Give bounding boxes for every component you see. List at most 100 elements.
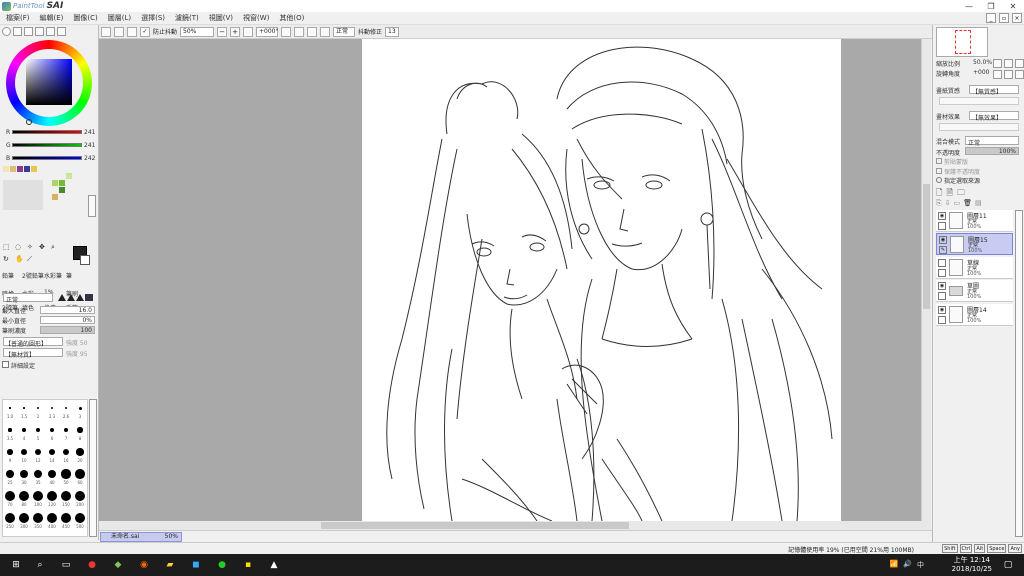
- select-source-checkbox[interactable]: [936, 177, 942, 183]
- angle-field[interactable]: +000°: [256, 26, 279, 37]
- taskbar-clock[interactable]: 上午 12:14 2018/10/25: [952, 556, 992, 574]
- scratchpad-mode-icon[interactable]: [57, 27, 66, 36]
- eye-icon[interactable]: ◉: [938, 282, 946, 290]
- brush-size-dot[interactable]: [64, 406, 68, 410]
- brush-size-dot[interactable]: [63, 427, 69, 433]
- swatch-grid[interactable]: [3, 166, 85, 216]
- effect-strength-slider[interactable]: [939, 123, 1019, 131]
- layer-select-checkbox[interactable]: ✎: [939, 246, 947, 254]
- brush-size-dot[interactable]: [33, 491, 43, 501]
- firefox-icon[interactable]: ◉: [136, 557, 152, 573]
- eye-icon[interactable]: ◉: [939, 236, 947, 244]
- layer-select-checkbox[interactable]: [938, 222, 946, 230]
- brush-size-dot[interactable]: [76, 448, 84, 456]
- marquee-tool-icon[interactable]: ⬚: [3, 243, 12, 252]
- merge-down-icon[interactable]: ⇩: [945, 199, 951, 208]
- document-tab[interactable]: 未命名.sai 50%: [100, 532, 182, 542]
- delete-layer-icon[interactable]: 🗑: [963, 199, 972, 208]
- layer-item-selected[interactable]: ◉ ✎ 圖層15 正常 100%: [936, 233, 1013, 255]
- layer-item[interactable]: ◉ 圖層14 正常 100%: [936, 304, 1013, 326]
- brush-size-dot[interactable]: [21, 449, 27, 455]
- tool-pencil[interactable]: 鉛筆: [2, 271, 14, 280]
- brush-size-dot[interactable]: [78, 406, 82, 410]
- deselect-button[interactable]: [114, 26, 124, 37]
- brush-size-dot[interactable]: [9, 407, 11, 409]
- copy-layer-icon[interactable]: ⎘: [936, 199, 942, 208]
- nav-zoom-in-button[interactable]: [1004, 59, 1013, 68]
- density-slider[interactable]: 100: [40, 326, 95, 334]
- search-icon[interactable]: ⌕: [32, 557, 48, 573]
- invert-selection-button[interactable]: [127, 26, 137, 37]
- file-explorer-icon[interactable]: ▰: [162, 557, 178, 573]
- hsv-mode-icon[interactable]: [24, 27, 33, 36]
- mixer-mode-icon[interactable]: [46, 27, 55, 36]
- tip-hard-icon[interactable]: [58, 294, 66, 301]
- menu-file[interactable]: 檔案(F): [6, 13, 30, 23]
- nav-rotate-right-button[interactable]: [1004, 70, 1013, 79]
- color-wheel-mode-icon[interactable]: [2, 27, 11, 36]
- brush-size-dot[interactable]: [34, 448, 42, 456]
- brush-size-dot[interactable]: [33, 513, 43, 523]
- menu-other[interactable]: 其他(O): [279, 13, 304, 23]
- brush-size-dot[interactable]: [37, 407, 39, 409]
- clip-checkbox[interactable]: [936, 158, 942, 164]
- menu-filter[interactable]: 濾鏡(T): [175, 13, 199, 23]
- brush-size-dot[interactable]: [19, 513, 29, 523]
- brush-size-dot[interactable]: [19, 469, 28, 478]
- store-icon[interactable]: ◼: [188, 557, 204, 573]
- drawing-canvas[interactable]: [362, 39, 841, 521]
- paper-effect-dropdown[interactable]: 【無效果】: [969, 111, 1019, 122]
- move-tool-icon[interactable]: ✥: [39, 243, 48, 252]
- language-icon[interactable]: 中: [917, 560, 924, 570]
- flip-button[interactable]: [320, 26, 331, 37]
- zoom-in-button[interactable]: +: [230, 26, 241, 37]
- mdi-close-button[interactable]: ×: [1012, 13, 1022, 23]
- layer-select-checkbox[interactable]: [938, 292, 946, 300]
- nav-rotate-reset-button[interactable]: [1015, 70, 1024, 79]
- sai-taskbar-icon[interactable]: ◆: [110, 557, 126, 573]
- tip-soft-icon[interactable]: [76, 294, 84, 301]
- brush-size-dot[interactable]: [19, 491, 29, 501]
- network-icon[interactable]: 📶: [890, 560, 899, 570]
- brush-size-dot[interactable]: [75, 469, 85, 479]
- eye-icon[interactable]: ◉: [938, 212, 946, 220]
- zoom-out-button[interactable]: −: [217, 26, 228, 37]
- brush-size-dot[interactable]: [47, 513, 57, 523]
- tool-pencil-2[interactable]: 2號鉛筆: [22, 271, 44, 280]
- brush-size-dot[interactable]: [75, 513, 85, 523]
- magic-wand-icon[interactable]: ✧: [27, 243, 36, 252]
- eye-icon[interactable]: [938, 259, 946, 267]
- g-slider[interactable]: [12, 143, 82, 147]
- brush-size-dot[interactable]: [22, 428, 26, 432]
- nav-zoom-reset-button[interactable]: [1015, 59, 1024, 68]
- antialias-checkbox[interactable]: ✓: [140, 26, 150, 37]
- menu-layer[interactable]: 圖層(L): [108, 13, 131, 23]
- swatch-scrollbar[interactable]: [88, 195, 96, 217]
- lock-opacity-checkbox[interactable]: [936, 168, 942, 174]
- canvas-area[interactable]: [99, 39, 921, 521]
- clear-layer-icon[interactable]: ▭: [953, 199, 960, 208]
- menu-view[interactable]: 視圖(V): [209, 13, 233, 23]
- canvas-vertical-scrollbar[interactable]: [921, 39, 931, 521]
- paper-texture-dropdown[interactable]: 【無質感】: [969, 85, 1019, 96]
- tip-medium-icon[interactable]: [67, 294, 75, 301]
- menu-image[interactable]: 圖像(C): [73, 13, 97, 23]
- rgb-mode-icon[interactable]: [13, 27, 22, 36]
- brush-size-dot[interactable]: [35, 427, 41, 433]
- flatten-icon[interactable]: ▤: [975, 199, 982, 208]
- brush-size-dot[interactable]: [77, 427, 83, 433]
- navigator-preview[interactable]: [936, 27, 988, 57]
- brush-size-dot[interactable]: [5, 513, 15, 523]
- view-mode-dropdown[interactable]: 正常: [333, 26, 356, 37]
- detail-checkbox[interactable]: [2, 361, 9, 368]
- tool-pen[interactable]: 筆: [66, 271, 72, 280]
- brush-size-dot[interactable]: [62, 448, 70, 456]
- swatch-mode-icon[interactable]: [35, 27, 44, 36]
- notification-icon[interactable]: ▢: [1000, 557, 1016, 573]
- layer-folder[interactable]: ◉ 草圖 正常 100%: [936, 280, 1013, 302]
- zoom-field[interactable]: 50%: [180, 26, 215, 37]
- tip-square-icon[interactable]: [85, 294, 93, 301]
- brush-size-dot[interactable]: [5, 491, 15, 501]
- rotate-left-button[interactable]: [281, 26, 292, 37]
- brush-size-dot[interactable]: [48, 448, 56, 456]
